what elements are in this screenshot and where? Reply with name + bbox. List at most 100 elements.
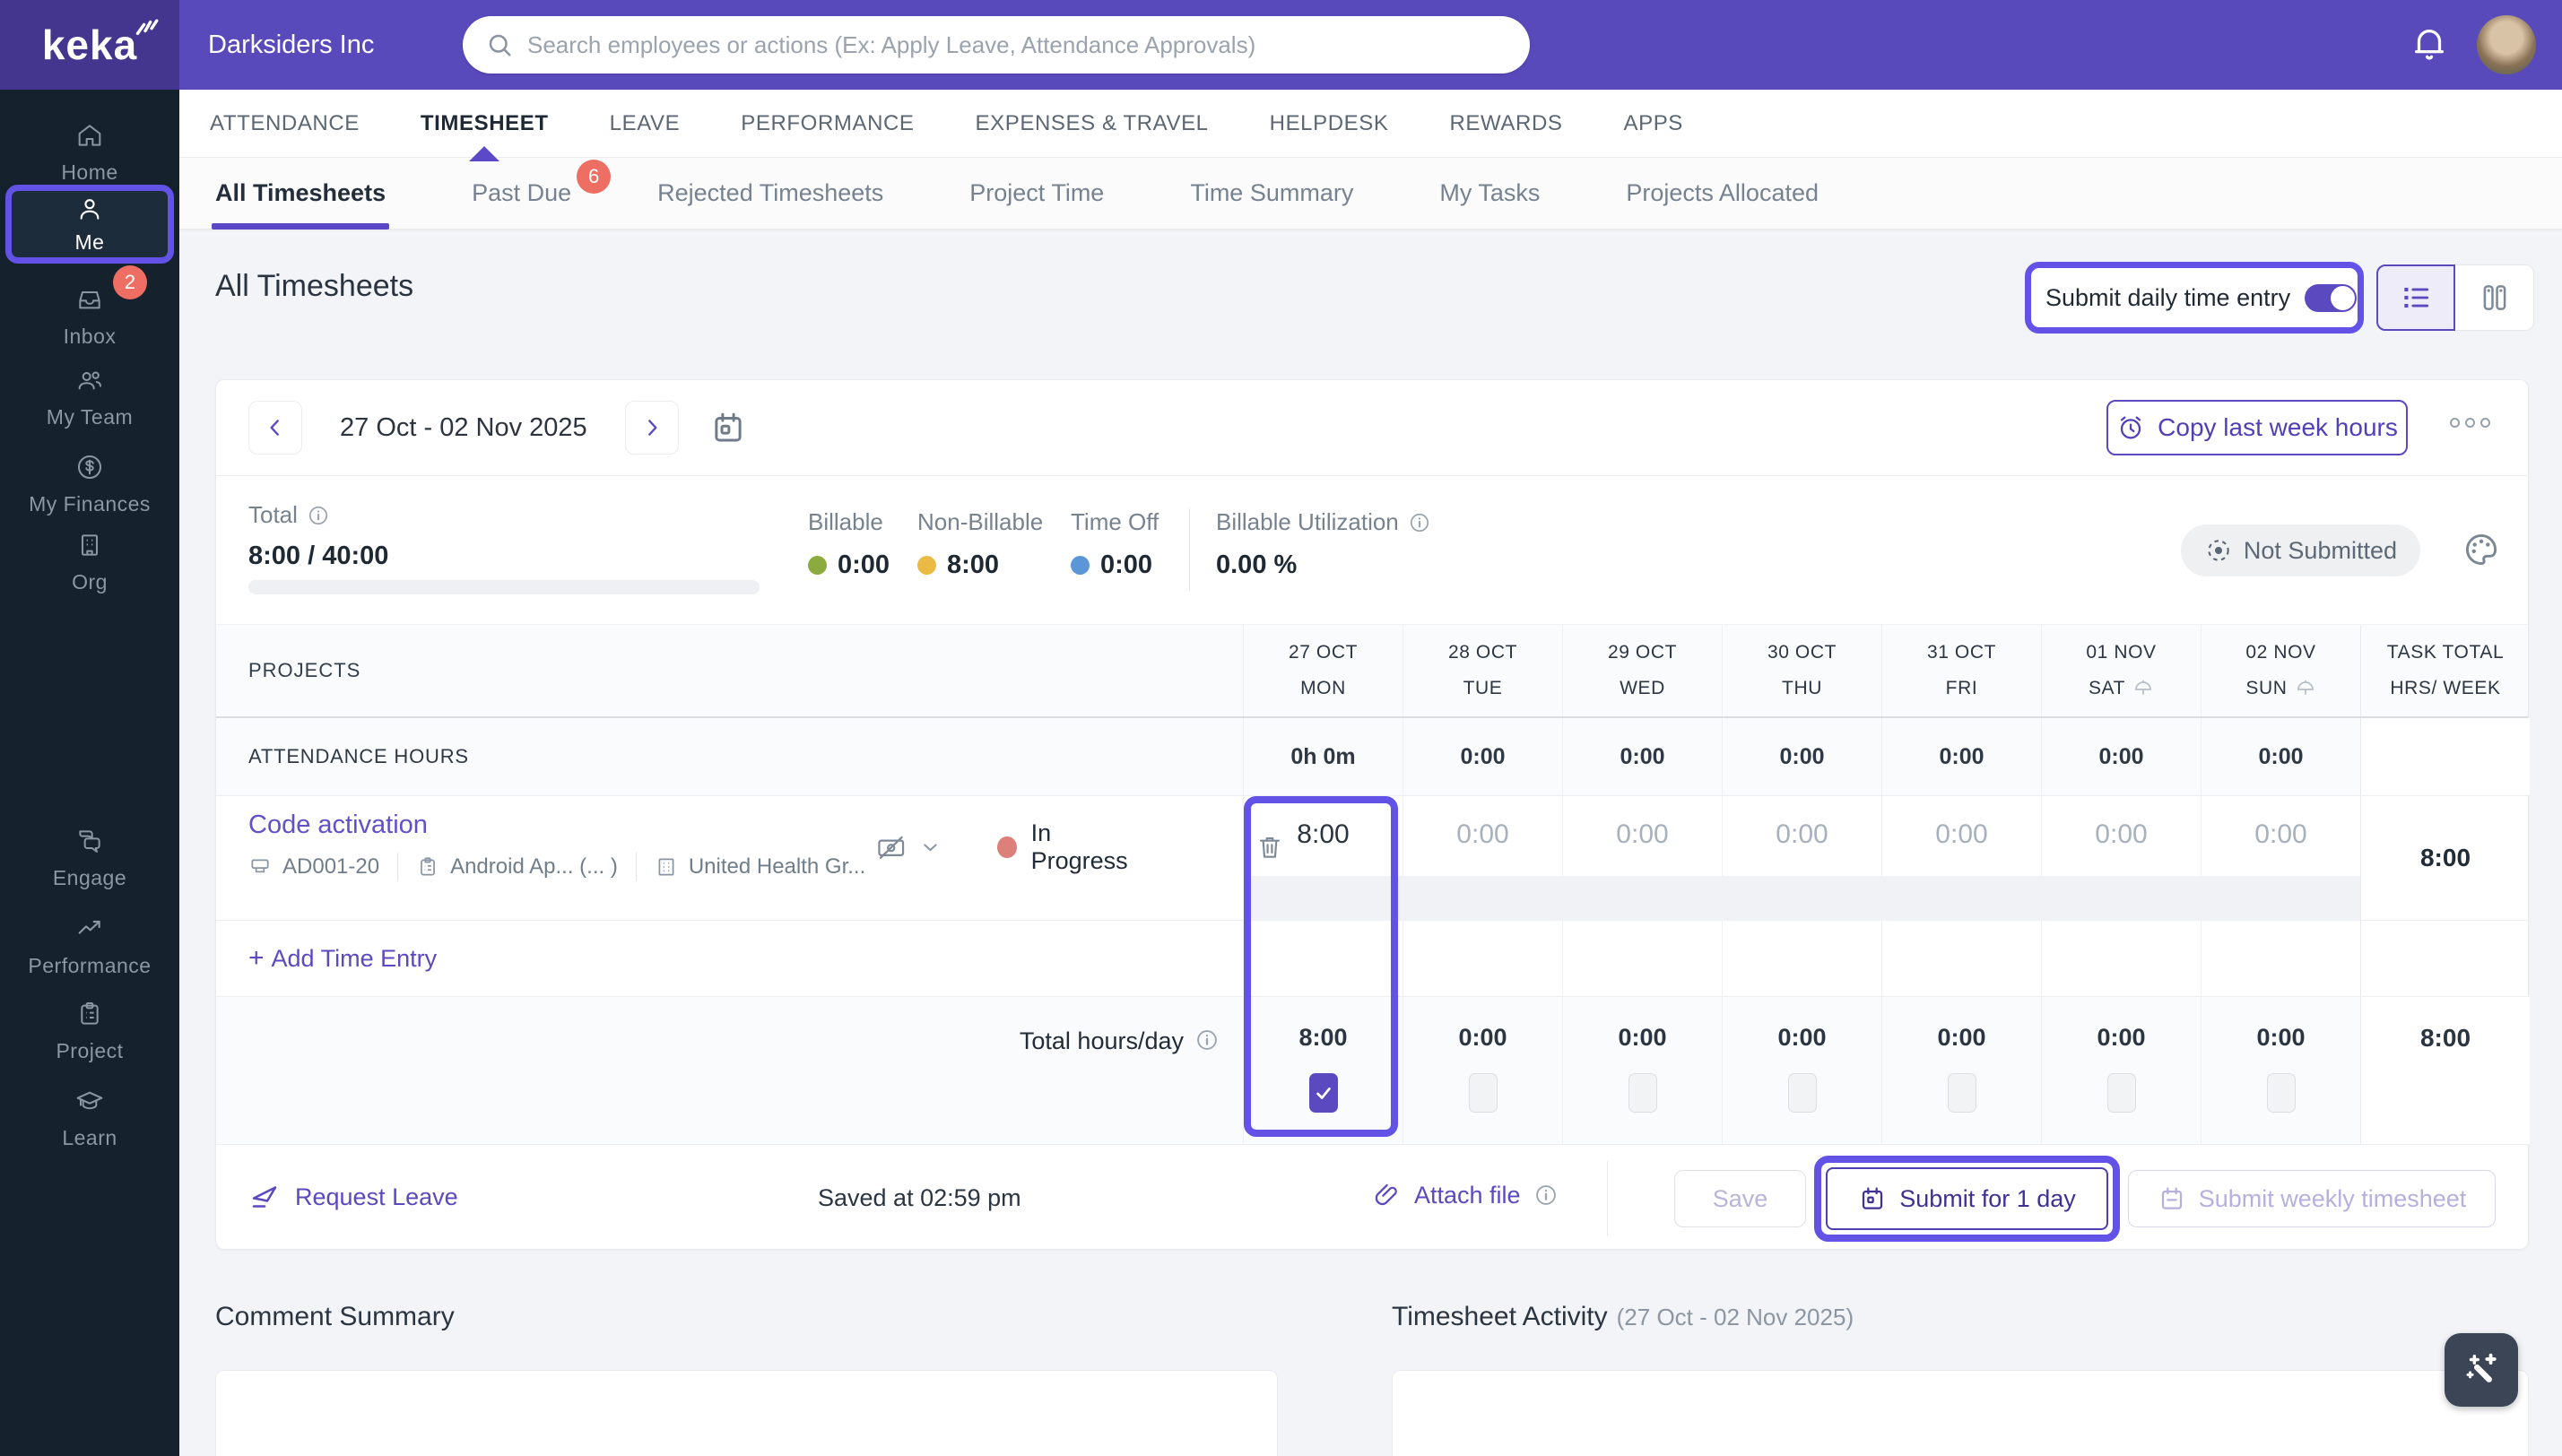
user-avatar[interactable] (2477, 15, 2536, 74)
subtab-project-time[interactable]: Project Time (969, 158, 1104, 230)
sidebar-item-inbox[interactable]: 2 Inbox (0, 265, 179, 349)
day-header-wed: 29 OCT WED (1562, 625, 1722, 716)
tab-leave[interactable]: LEAVE (608, 106, 682, 142)
total-progress-bar (248, 580, 760, 594)
empty-cell (2201, 921, 2360, 996)
tab-helpdesk[interactable]: HELPDESK (1268, 106, 1391, 142)
billable-summary: Billable 0:00 (808, 508, 890, 579)
billable-dot (808, 556, 827, 575)
week-total-cell: 8:00 (2360, 997, 2530, 1144)
day-total-cell: 0:00 (1562, 997, 1722, 1144)
status-badge: Not Submitted (2180, 524, 2420, 576)
info-icon (308, 506, 327, 524)
subtab-my-tasks[interactable]: My Tasks (1439, 158, 1540, 230)
attendance-cell: 0:00 (1403, 718, 1562, 795)
keka-logo[interactable]: keka (0, 0, 179, 90)
submit-calendar-icon (1863, 1187, 1883, 1209)
timesheet-activity-title: Timesheet Activity (27 Oct - 02 Nov 2025) (1392, 1302, 1854, 1331)
subtab-past-due[interactable]: Past Due 6 (472, 158, 612, 230)
tab-apps[interactable]: APPS (1621, 106, 1684, 142)
sidebar-item-org[interactable]: Org (0, 531, 179, 594)
people-icon (78, 371, 101, 390)
attach-file-button[interactable]: Attach file (1373, 1181, 1559, 1209)
board-view-button[interactable] (2455, 264, 2534, 331)
submit-weekly-timesheet-button[interactable]: Submit weekly timesheet (2128, 1170, 2496, 1227)
sidebar-item-learn[interactable]: Learn (0, 1087, 179, 1150)
sidebar-item-label: Project (56, 1039, 124, 1062)
save-button[interactable]: Save (1674, 1170, 1806, 1227)
submit-day-checkbox[interactable] (1947, 1073, 1976, 1113)
sidebar-item-label: Engage (52, 866, 127, 889)
request-leave-button[interactable]: Request Leave (248, 1181, 458, 1213)
tab-timesheet[interactable]: TIMESHEET (419, 106, 551, 142)
submit-calendar-icon (2161, 1187, 2182, 1209)
attendance-hours-row: ATTENDANCE HOURS 0h 0m 0:00 0:00 0:00 0:… (216, 718, 2530, 796)
submit-for-1-day-button[interactable]: Submit for 1 day (1826, 1167, 2108, 1230)
delete-row-icon[interactable] (1255, 831, 1284, 863)
sidebar-item-performance[interactable]: Performance (0, 914, 179, 978)
info-icon (1535, 1185, 1556, 1205)
magic-wand-button[interactable] (2445, 1333, 2518, 1407)
tab-performance[interactable]: PERFORMANCE (739, 106, 916, 142)
sidebar-item-engage[interactable]: Engage (0, 827, 179, 890)
tag-icon (251, 859, 269, 873)
week-range: 27 Oct - 02 Nov 2025 (340, 412, 587, 442)
attendance-cell: 0:00 (1881, 718, 2041, 795)
tab-rewards[interactable]: REWARDS (1448, 106, 1565, 142)
submit-day-checkbox[interactable] (1468, 1073, 1498, 1113)
subtab-projects-allocated[interactable]: Projects Allocated (1626, 158, 1819, 230)
submit-day-checkbox[interactable] (1787, 1073, 1817, 1113)
search-input[interactable] (527, 30, 1507, 59)
add-time-entry-row: + Add Time Entry (216, 921, 2528, 997)
list-view-button[interactable] (2376, 264, 2455, 331)
day-total-cell: 0:00 (2201, 997, 2360, 1144)
palette-icon[interactable] (2462, 530, 2501, 569)
subtab-rejected-timesheets[interactable]: Rejected Timesheets (657, 158, 883, 230)
tab-expenses-travel[interactable]: EXPENSES & TRAVEL (974, 106, 1211, 142)
submit-day-checkbox[interactable] (1628, 1073, 1657, 1113)
sidebar-item-home[interactable]: Home (0, 121, 179, 185)
more-options-button[interactable] (2450, 418, 2490, 428)
timesheet-subnav: All Timesheets Past Due 6 Rejected Times… (179, 158, 2562, 230)
week-summary: Total 8:00 / 40:00 Billable 0:00 Non-Bil… (216, 476, 2528, 624)
non-billable-icon[interactable] (875, 829, 907, 865)
submit-daily-label: Submit daily time entry (2045, 283, 2291, 311)
sidebar-item-my-finances[interactable]: My Finances (0, 453, 179, 516)
sidebar-item-my-team[interactable]: My Team (0, 366, 179, 429)
subtab-all-timesheets[interactable]: All Timesheets (211, 158, 390, 230)
notifications-bell-icon[interactable] (2409, 23, 2452, 66)
sidebar-item-me[interactable]: Me (5, 185, 174, 264)
calendar-picker-icon[interactable] (709, 409, 747, 446)
sidebar-item-label: Performance (28, 954, 152, 977)
subtab-time-summary[interactable]: Time Summary (1190, 158, 1353, 230)
week-navigator: 27 Oct - 02 Nov 2025 Copy last week hour… (216, 380, 2528, 475)
sidebar-item-project[interactable]: Project (0, 1000, 179, 1063)
company-name: Darksiders Inc (208, 30, 375, 59)
empty-cell (1722, 921, 1881, 996)
attendance-hours-label: ATTENDANCE HOURS (248, 745, 469, 767)
submit-day-checkbox[interactable] (2106, 1073, 2136, 1113)
saved-status: Saved at 02:59 pm (818, 1184, 1021, 1211)
copy-last-week-hours-button[interactable]: Copy last week hours (2106, 400, 2408, 455)
task-status: In Progress (1030, 819, 1128, 874)
next-week-button[interactable] (624, 401, 679, 455)
person-icon (80, 198, 100, 220)
total-hours-day-label-cell: Total hours/day (216, 997, 1243, 1144)
previous-week-button[interactable] (248, 401, 302, 455)
divider (1607, 1161, 1608, 1236)
task-name: Android Ap... (... ) (450, 854, 618, 879)
billable-value: 0:00 (838, 550, 890, 579)
chevron-down-icon[interactable] (919, 835, 942, 860)
global-search[interactable] (463, 16, 1530, 74)
tab-attendance[interactable]: ATTENDANCE (208, 106, 361, 142)
info-icon (1410, 513, 1429, 532)
empty-cell (2360, 921, 2530, 996)
submit-day-checkbox[interactable] (2266, 1073, 2296, 1113)
submit-daily-toggle[interactable] (2305, 283, 2358, 312)
submit-day-checkbox[interactable] (1308, 1073, 1338, 1113)
add-time-entry-button[interactable]: + Add Time Entry (216, 921, 1243, 996)
day-header-mon: 27 OCT MON (1243, 625, 1403, 716)
client-building-icon (658, 858, 674, 876)
attendance-cell: 0:00 (2041, 718, 2201, 795)
project-code: AD001-20 (282, 854, 380, 879)
